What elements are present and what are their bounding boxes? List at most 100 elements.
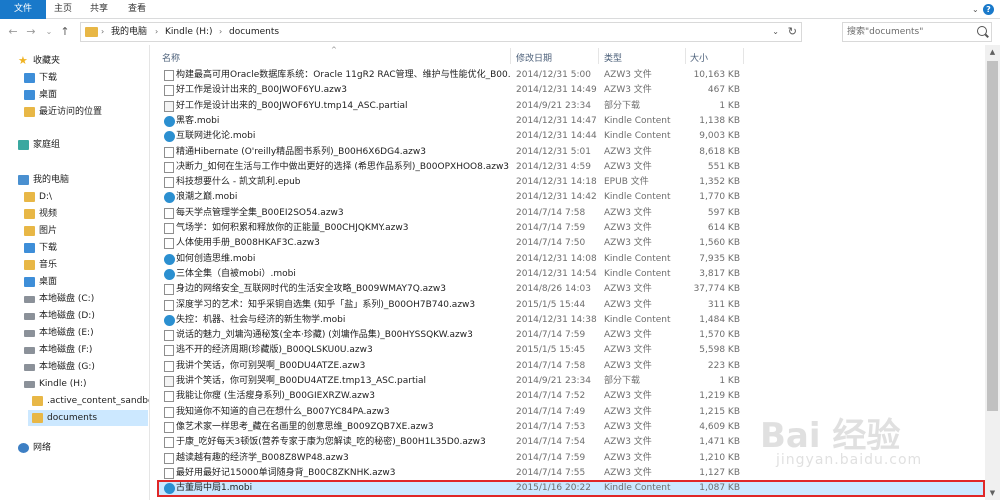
file-date: 2014/12/31 14:49	[516, 85, 597, 96]
file-row[interactable]: 我能让你瘦 (生活瘦身系列)_B00GIEXRZW.azw3 2014/7/14 …	[158, 389, 984, 404]
file-row[interactable]: 互联网进化论.mobi 2014/12/31 14:44 Kindle Conten…	[158, 129, 984, 144]
tab-view[interactable]: 查看	[122, 0, 152, 19]
scroll-up-icon[interactable]: ▲	[985, 45, 1000, 59]
document-file-icon	[164, 70, 174, 81]
breadcrumb-my-computer[interactable]: 我的电脑	[111, 23, 147, 41]
file-row[interactable]: 失控：机器、社会与经济的新生物学.mobi 2014/12/31 14:38 Kin…	[158, 313, 984, 328]
nav-label: 家庭组	[33, 140, 61, 150]
file-row[interactable]: 科技想要什么 - 凯文凯利.epub 2014/12/31 14:18 EPUB 文…	[158, 175, 984, 190]
file-row[interactable]: 决断力_如何在生活与工作中做出更好的选择 (希思作品系列)_B00OPXHOO8…	[158, 160, 984, 175]
file-type: AZW3 文件	[604, 223, 652, 233]
file-name: 于康_吃好每天3顿饭(营养专家于康为您解读_吃的秘密)_B00H1L35D0.a…	[176, 437, 486, 448]
file-size: 1,138 KB	[699, 115, 740, 126]
up-arrow-icon[interactable]: ↑	[58, 25, 72, 39]
column-divider[interactable]	[743, 48, 744, 64]
nav-documents[interactable]: documents	[28, 410, 148, 426]
file-type: Kindle Content	[604, 253, 671, 264]
star-icon: ★	[18, 54, 28, 67]
file-size: 7,935 KB	[699, 253, 740, 264]
column-header-name[interactable]: 名称	[162, 51, 180, 65]
search-box[interactable]	[842, 22, 992, 42]
kindle-file-icon	[164, 268, 175, 280]
breadcrumb-separator-icon[interactable]: ›	[101, 23, 104, 41]
file-row[interactable]: 每天学点管理学全集_B00EI2SO54.azw3 2014/7/14 7:58 A…	[158, 206, 984, 221]
file-row[interactable]: 黑客.mobi 2014/12/31 14:47 Kindle Content 1,1…	[158, 114, 984, 129]
breadcrumb-separator-icon[interactable]: ›	[155, 23, 158, 41]
breadcrumb-separator-icon[interactable]: ›	[219, 23, 222, 41]
file-type: Kindle Content	[604, 131, 671, 142]
file-date: 2014/7/14 7:59	[516, 452, 586, 463]
help-icon[interactable]: ?	[983, 4, 994, 15]
nav-label: 本地磁盘 (C:)	[39, 294, 95, 304]
search-input[interactable]	[847, 25, 973, 39]
kindle-file-icon	[164, 192, 175, 204]
file-size: 467 KB	[707, 85, 740, 96]
breadcrumb-documents[interactable]: documents	[229, 23, 279, 41]
file-row[interactable]: 好工作是设计出来的_B00JWOF6YU.azw3 2014/12/31 14:4…	[158, 83, 984, 98]
expand-ribbon-icon[interactable]: ⌄	[972, 5, 979, 14]
column-header-type[interactable]: 类型	[604, 51, 622, 65]
file-row[interactable]: 我讲个笑话，你可别哭啊_B00DU4ATZE.tmp13_ASC.partial…	[158, 374, 984, 389]
column-divider[interactable]	[598, 48, 599, 64]
music-folder-icon	[24, 260, 35, 270]
vertical-scrollbar[interactable]: ▲ ▼	[985, 45, 1000, 500]
scrollbar-thumb[interactable]	[987, 61, 998, 411]
back-arrow-icon[interactable]: ←	[6, 25, 20, 39]
recent-locations-icon[interactable]: ⌄	[42, 25, 56, 39]
file-row[interactable]: 浪潮之巅.mobi 2014/12/31 14:42 Kindle Content 1…	[158, 190, 984, 205]
scroll-down-icon[interactable]: ▼	[985, 486, 1000, 500]
file-date: 2014/7/14 7:59	[516, 223, 586, 233]
download-folder-icon	[24, 243, 35, 253]
file-type: Kindle Content	[604, 483, 671, 494]
column-header-size[interactable]: 大小	[690, 51, 708, 65]
breadcrumb-kindle[interactable]: Kindle (H:)	[165, 23, 213, 41]
file-date: 2014/7/14 7:49	[516, 406, 586, 417]
nav-label: D:\	[39, 192, 52, 202]
file-row[interactable]: 好工作是设计出来的_B00JWOF6YU.tmp14_ASC.partial 20…	[158, 99, 984, 114]
desktop-folder-icon	[24, 90, 35, 100]
file-name: 如何创造思维.mobi	[176, 253, 256, 264]
file-name: 三体全集（自被mobi）.mobi	[176, 268, 296, 279]
address-bar[interactable]: › 我的电脑 › Kindle (H:) › documents ⌄ ↻	[80, 22, 802, 42]
file-row[interactable]: 身边的网络安全_互联网时代的生活安全攻略_B009WMAY7Q.azw3 2014…	[158, 282, 984, 297]
search-icon[interactable]	[977, 26, 987, 36]
file-date: 2014/7/14 7:58	[516, 360, 586, 371]
address-dropdown-icon[interactable]: ⌄	[772, 23, 779, 41]
file-type: AZW3 文件	[604, 161, 652, 172]
document-file-icon	[164, 85, 174, 97]
column-header-date[interactable]: 修改日期	[516, 51, 552, 65]
file-name: 我讲个笑话，你可别哭啊_B00DU4ATZE.tmp13_ASC.partial	[176, 376, 426, 386]
forward-arrow-icon[interactable]: →	[24, 25, 38, 39]
file-date: 2014/12/31 14:18	[516, 177, 597, 188]
file-row[interactable]: 人体使用手册_B008HKAF3C.azw3 2014/7/14 7:50 AZW3…	[158, 236, 984, 251]
file-row[interactable]: 逃不开的经济周期(珍藏版)_B00QLSKU0U.azw3 2015/1/5 15…	[158, 343, 984, 358]
file-date: 2014/7/14 7:52	[516, 391, 586, 402]
file-date: 2014/7/14 7:53	[516, 421, 586, 432]
file-row[interactable]: 如何创造思维.mobi 2014/12/31 14:08 Kindle Conten…	[158, 252, 984, 267]
nav-label: 音乐	[39, 260, 58, 270]
column-divider[interactable]	[510, 48, 511, 64]
recent-places-icon	[24, 107, 35, 117]
file-date: 2015/1/5 15:44	[516, 299, 586, 310]
file-date: 2014/7/14 7:54	[516, 437, 586, 448]
nav-label: documents	[47, 413, 98, 423]
file-row[interactable]: 构建最高可用Oracle数据库系统：Oracle 11gR2 RAC管理、维护与…	[158, 68, 984, 83]
file-size: 5,598 KB	[699, 345, 740, 356]
document-file-icon	[164, 207, 174, 219]
file-row[interactable]: 精通Hibernate (O'reilly精品图书系列)_B00H6X6DG4.…	[158, 145, 984, 160]
document-file-icon	[164, 146, 174, 158]
tab-file[interactable]: 文件	[0, 0, 46, 19]
file-name: 构建最高可用Oracle数据库系统：Oracle 11gR2 RAC管理、维护与…	[176, 70, 511, 80]
tab-share[interactable]: 共享	[84, 0, 114, 19]
file-row[interactable]: 说话的魅力_刘墉沟通秘笈(全本·珍藏) (刘墉作品集)_B00HYSSQKW.a…	[158, 328, 984, 343]
partial-file-icon	[164, 376, 174, 387]
tab-home[interactable]: 主页	[48, 0, 78, 19]
file-row[interactable]: 我讲个笑话，你可别哭啊_B00DU4ATZE.azw3 2014/7/14 7:5…	[158, 359, 984, 374]
document-file-icon	[164, 452, 174, 464]
file-date: 2014/8/26 14:03	[516, 284, 591, 295]
file-row[interactable]: 深度学习的艺术：知乎采铜自选集 (知乎「盐」系列)_B00OH7B740.azw…	[158, 298, 984, 313]
file-row[interactable]: 气场学：如何积累和释放你的正能量_B00CHJQKMY.azw3 2014/7/1…	[158, 221, 984, 236]
refresh-icon[interactable]: ↻	[788, 23, 797, 41]
file-row[interactable]: 三体全集（自被mobi）.mobi 2014/12/31 14:54 Kindle …	[158, 267, 984, 282]
column-divider[interactable]	[685, 48, 686, 64]
